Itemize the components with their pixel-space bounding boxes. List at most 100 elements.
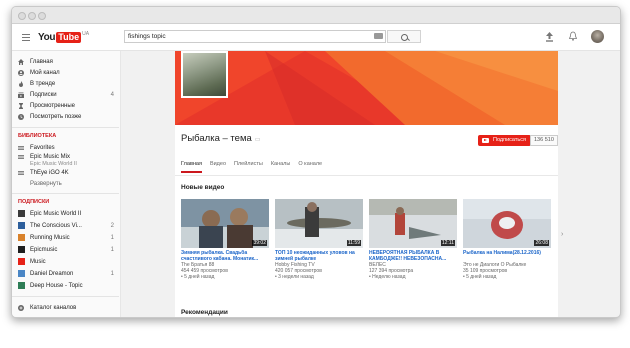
expand-button[interactable]: Развернуть	[30, 179, 130, 188]
flame-icon	[18, 80, 24, 87]
library-heading: БИБЛИОТЕКА	[18, 133, 57, 139]
channel-avatar	[18, 270, 25, 277]
subscribe-button[interactable]: Подписаться	[478, 135, 531, 146]
video-card[interactable]: 39:02 Зимняя рыбалка. Свадьба счастливог…	[181, 199, 269, 280]
clock-icon	[18, 113, 24, 120]
sidebar-item-sublabel: Epic Music World II	[30, 159, 130, 168]
video-thumbnail[interactable]: 11:59	[275, 199, 363, 248]
playlist-icon	[18, 170, 24, 176]
sidebar-item-label: Подписки	[30, 91, 57, 98]
sidebar-sub-conscious[interactable]: The Conscious Vi... 2	[18, 221, 118, 230]
sidebar-sub-epic-music-world[interactable]: Epic Music World II	[18, 209, 118, 218]
video-card[interactable]: 11:59 ТОП 10 неожиданных уловов на зимне…	[275, 199, 363, 280]
playlist-owner: Epic Music World II	[30, 160, 77, 167]
sidebar-sub-running-music[interactable]: Running Music 1	[18, 233, 118, 242]
video-title[interactable]: НЕВЕРОЯТНАЯ РЫБАЛКА В КАМБОДЖЕ!! НЕВЕЗОП…	[369, 250, 457, 262]
subscriptions-icon	[18, 92, 24, 98]
minimize-window-dot[interactable]	[28, 12, 36, 20]
subscriber-count: 136 510	[530, 135, 558, 146]
sidebar-item-label: Running Music	[30, 234, 70, 241]
tab-channels[interactable]: Каналы	[271, 161, 291, 173]
menu-icon[interactable]	[22, 34, 30, 43]
sidebar-item-label: Deep House - Topic	[30, 282, 83, 289]
new-videos-heading: Новые видео	[181, 184, 225, 191]
sidebar-item-label: Мой канал	[30, 69, 60, 76]
search-input[interactable]: fishings topic	[124, 30, 386, 43]
sidebar-item-history[interactable]: Просмотренные	[18, 101, 118, 110]
video-age: • 5 дней назад	[463, 274, 497, 280]
home-icon	[18, 58, 24, 65]
window-titlebar	[12, 7, 620, 24]
video-thumbnail[interactable]: 12:11	[369, 199, 457, 248]
tab-home[interactable]: Главная	[181, 161, 202, 173]
channel-avatar	[18, 258, 25, 265]
sidebar: Главная Мой канал В тренде Подписки 4 Пр…	[12, 51, 121, 317]
tab-videos[interactable]: Видео	[210, 161, 226, 173]
sidebar-item-label: Посмотреть позже	[30, 113, 82, 120]
sidebar-item-theye[interactable]: ThEye iGO 4K	[18, 168, 118, 177]
sidebar-sub-deep-house[interactable]: Deep House - Topic	[18, 281, 118, 290]
upload-icon[interactable]	[545, 32, 554, 42]
video-card[interactable]: 12:11 НЕВЕРОЯТНАЯ РЫБАЛКА В КАМБОДЖЕ!! Н…	[369, 199, 457, 280]
video-title[interactable]: ТОП 10 неожиданных уловов на зимней рыба…	[275, 250, 363, 262]
logo-region: UA	[82, 31, 90, 37]
sidebar-item-label: Epicmusic	[30, 246, 58, 253]
logo-you: You	[38, 31, 56, 43]
sidebar-item-favorites[interactable]: Favorites	[18, 143, 118, 152]
sidebar-sub-daniel-dreamon[interactable]: Daniel Dreamon 1	[18, 269, 118, 278]
keyboard-icon[interactable]	[374, 33, 383, 39]
account-avatar[interactable]	[591, 30, 604, 43]
sidebar-sub-music[interactable]: Music	[18, 257, 118, 266]
sidebar-item-label: The Conscious Vi...	[30, 222, 82, 229]
sidebar-item-count: 1	[110, 246, 114, 253]
masthead: You Tube UA fishings topic	[12, 24, 620, 51]
sidebar-item-label: Favorites	[30, 144, 55, 151]
sidebar-item-label: Epic Music World II	[30, 210, 82, 217]
sidebar-item-label: ThEye iGO 4K	[30, 169, 69, 176]
sidebar-item-channel-catalog[interactable]: Каталог каналов	[18, 303, 118, 312]
sidebar-item-label: Просмотренные	[30, 102, 76, 109]
youtube-logo[interactable]: You Tube UA	[38, 31, 89, 43]
channel-avatar	[18, 210, 25, 217]
chevron-right-icon[interactable]: ›	[561, 231, 563, 238]
browser-window: You Tube UA fishings topic Главная Мой к…	[11, 6, 621, 318]
add-circle-icon	[18, 304, 24, 311]
video-thumbnail[interactable]: 39:02	[181, 199, 269, 248]
sidebar-item-label: Главная	[30, 58, 53, 65]
video-duration: 26:08	[534, 240, 549, 246]
video-duration: 12:11	[440, 240, 455, 246]
sidebar-item-count: 1	[110, 270, 114, 277]
sidebar-item-home[interactable]: Главная	[18, 57, 118, 66]
sidebar-item-trending[interactable]: В тренде	[18, 79, 118, 88]
channel-avatar	[18, 282, 25, 289]
playlist-icon	[18, 145, 24, 151]
sidebar-item-count: 2	[110, 222, 114, 229]
video-title[interactable]: Рыбалка на Налима(28.12.2016)	[463, 250, 551, 262]
sidebar-item-my-channel[interactable]: Мой канал	[18, 68, 118, 77]
channel-avatar-image[interactable]	[181, 51, 228, 98]
channel-avatar	[18, 246, 25, 253]
video-age: • 5 дней назад	[181, 274, 215, 280]
tab-about[interactable]: О канале	[298, 161, 322, 173]
channel-avatar	[18, 222, 25, 229]
close-window-dot[interactable]	[18, 12, 26, 20]
sidebar-sub-epicmusic[interactable]: Epicmusic 1	[18, 245, 118, 254]
tab-playlists[interactable]: Плейлисты	[234, 161, 263, 173]
maximize-window-dot[interactable]	[38, 12, 46, 20]
sidebar-item-count: 1	[110, 234, 114, 241]
channel-avatar	[18, 234, 25, 241]
logo-tube: Tube	[56, 31, 82, 43]
subscriptions-heading: ПОДПИСКИ	[18, 199, 50, 205]
search-button[interactable]	[387, 30, 421, 43]
video-title[interactable]: Зимняя рыбалка. Свадьба счастливого каба…	[181, 250, 269, 262]
user-icon	[18, 69, 24, 76]
channel-tabs: Главная Видео Плейлисты Каналы О канале	[181, 161, 330, 173]
video-duration: 11:59	[346, 240, 361, 246]
sidebar-item-watch-later[interactable]: Посмотреть позже	[18, 112, 118, 121]
video-thumbnail[interactable]: 26:08	[463, 199, 551, 248]
video-card[interactable]: 26:08 Рыбалка на Налима(28.12.2016) Это …	[463, 199, 551, 280]
video-age: • 3 недели назад	[275, 274, 314, 280]
sidebar-item-label: Music	[30, 258, 46, 265]
notifications-bell-icon[interactable]	[569, 31, 577, 41]
sidebar-item-subscriptions[interactable]: Подписки 4	[18, 90, 118, 99]
